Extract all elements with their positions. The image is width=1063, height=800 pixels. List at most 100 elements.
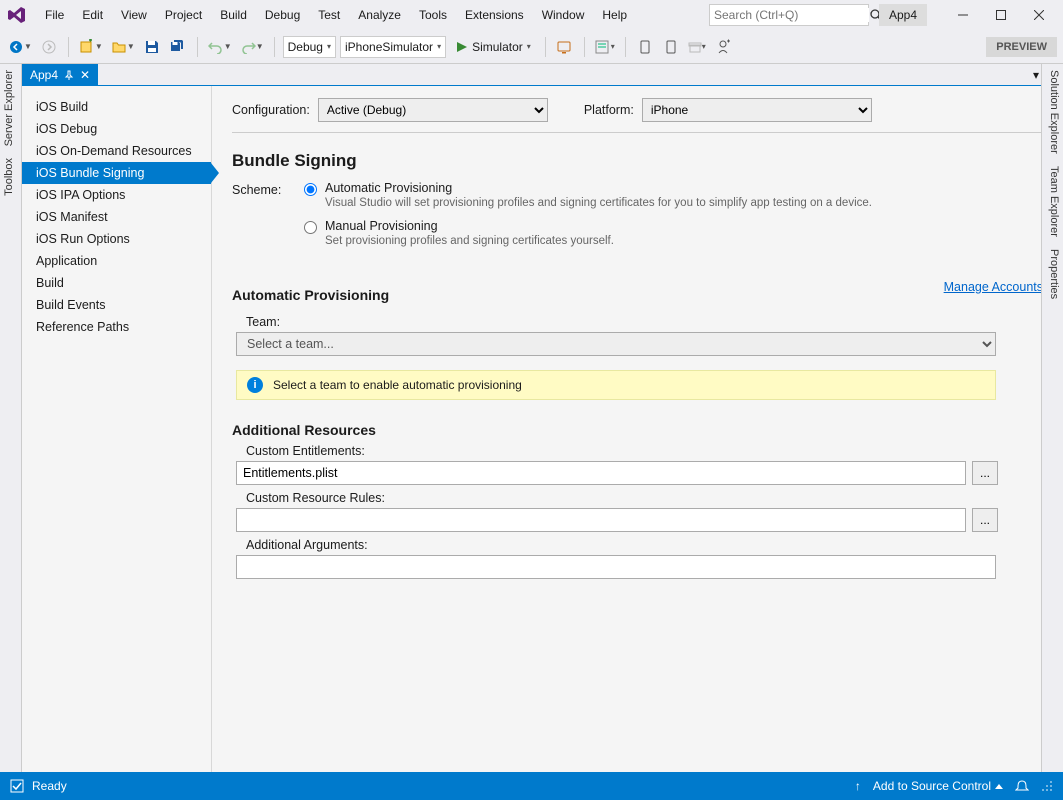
nav-ios-ipa[interactable]: iOS IPA Options xyxy=(22,184,211,206)
nav-ios-ondemand[interactable]: iOS On-Demand Resources xyxy=(22,140,211,162)
title-bar: File Edit View Project Build Debug Test … xyxy=(0,0,1063,30)
separator xyxy=(625,37,626,57)
status-bar: Ready ↑ Add to Source Control xyxy=(0,772,1063,800)
menu-window[interactable]: Window xyxy=(533,2,594,28)
resource-rules-input[interactable] xyxy=(236,508,966,532)
save-all-button[interactable] xyxy=(167,36,189,58)
info-banner: i Select a team to enable automatic prov… xyxy=(236,370,996,400)
scheme-manual-desc: Set provisioning profiles and signing ce… xyxy=(325,235,614,247)
menu-debug[interactable]: Debug xyxy=(256,2,309,28)
nav-ios-bundle-signing[interactable]: iOS Bundle Signing xyxy=(22,162,211,184)
resource-rules-browse-button[interactable]: ... xyxy=(972,508,998,532)
maximize-button[interactable] xyxy=(983,0,1019,30)
device-button-2[interactable] xyxy=(660,36,682,58)
start-debug-button[interactable]: Simulator▾ xyxy=(450,36,537,58)
additional-args-input[interactable] xyxy=(236,555,996,579)
properties-nav: iOS Build iOS Debug iOS On-Demand Resour… xyxy=(22,86,212,772)
check-icon xyxy=(10,779,24,793)
preview-badge[interactable]: PREVIEW xyxy=(986,37,1057,57)
open-file-button[interactable]: ▼ xyxy=(109,36,137,58)
scheme-manual-radio[interactable] xyxy=(304,221,317,234)
solution-explorer-tab[interactable]: Solution Explorer xyxy=(1042,64,1063,160)
redo-button[interactable]: ▼ xyxy=(238,36,266,58)
nav-back-button[interactable]: ▼ xyxy=(6,36,34,58)
nav-forward-button[interactable] xyxy=(38,36,60,58)
status-ready: Ready xyxy=(32,779,67,793)
device-log-button[interactable]: ▾ xyxy=(593,36,617,58)
separator xyxy=(68,37,69,57)
menu-build[interactable]: Build xyxy=(211,2,256,28)
menu-tools[interactable]: Tools xyxy=(410,2,456,28)
properties-content: Configuration: Active (Debug) Platform: … xyxy=(212,86,1063,772)
visual-studio-icon xyxy=(6,4,28,26)
nav-build[interactable]: Build xyxy=(22,272,211,294)
close-tab-icon[interactable]: ✕ xyxy=(80,68,90,82)
menu-file[interactable]: File xyxy=(36,2,73,28)
notifications-icon[interactable] xyxy=(1015,779,1029,793)
scheme-auto-radio[interactable] xyxy=(304,183,317,196)
additional-args-label: Additional Arguments: xyxy=(246,538,1043,552)
separator xyxy=(545,37,546,57)
undo-button[interactable]: ▼ xyxy=(206,36,234,58)
device-button-1[interactable] xyxy=(634,36,656,58)
nav-ios-manifest[interactable]: iOS Manifest xyxy=(22,206,211,228)
minimize-button[interactable] xyxy=(945,0,981,30)
resize-grip-icon xyxy=(1041,780,1053,792)
new-project-button[interactable]: ▼ xyxy=(77,36,105,58)
entitlements-input[interactable] xyxy=(236,461,966,485)
pin-icon[interactable] xyxy=(64,70,74,80)
platform-dropdown[interactable]: iPhone xyxy=(642,98,872,122)
quick-launch-search[interactable] xyxy=(709,4,869,26)
tab-label: App4 xyxy=(30,68,58,82)
menu-project[interactable]: Project xyxy=(156,2,211,28)
configuration-dropdown[interactable]: Active (Debug) xyxy=(318,98,548,122)
platform-label: Platform: xyxy=(584,103,634,117)
additional-resources-heading: Additional Resources xyxy=(232,422,1043,438)
properties-tab[interactable]: Properties xyxy=(1042,243,1063,305)
nav-ios-debug[interactable]: iOS Debug xyxy=(22,118,211,140)
publish-icon[interactable]: ↑ xyxy=(855,779,861,793)
doc-tab-app4[interactable]: App4 ✕ xyxy=(22,64,98,86)
separator xyxy=(197,37,198,57)
server-explorer-tab[interactable]: Server Explorer xyxy=(0,64,21,152)
scheme-auto-title: Automatic Provisioning xyxy=(325,181,872,195)
document-tab-row: App4 ✕ ▾ xyxy=(22,64,1063,86)
feedback-button[interactable] xyxy=(712,36,738,58)
solution-name-badge[interactable]: App4 xyxy=(879,4,927,26)
team-explorer-tab[interactable]: Team Explorer xyxy=(1042,160,1063,243)
save-button[interactable] xyxy=(141,36,163,58)
menu-extensions[interactable]: Extensions xyxy=(456,2,533,28)
archive-button[interactable]: ▾ xyxy=(686,36,708,58)
entitlements-label: Custom Entitlements: xyxy=(246,444,1043,458)
window-controls xyxy=(943,0,1057,30)
menu-edit[interactable]: Edit xyxy=(73,2,112,28)
scheme-manual-title: Manual Provisioning xyxy=(325,219,614,233)
solution-config-dropdown[interactable]: Debug▾ xyxy=(283,36,336,58)
standard-toolbar: ▼ ▼ ▼ ▼ ▼ Debug▾ iPhoneSimulator▾ Simula… xyxy=(0,30,1063,64)
menu-analyze[interactable]: Analyze xyxy=(349,2,410,28)
scheme-auto-desc: Visual Studio will set provisioning prof… xyxy=(325,197,872,209)
toolbox-tab[interactable]: Toolbox xyxy=(0,152,21,202)
info-icon: i xyxy=(247,377,263,393)
menu-test[interactable]: Test xyxy=(309,2,349,28)
entitlements-browse-button[interactable]: ... xyxy=(972,461,998,485)
separator xyxy=(274,37,275,57)
pair-mac-button[interactable] xyxy=(554,36,576,58)
nav-ios-build[interactable]: iOS Build xyxy=(22,96,211,118)
nav-build-events[interactable]: Build Events xyxy=(22,294,211,316)
nav-reference-paths[interactable]: Reference Paths xyxy=(22,316,211,338)
nav-application[interactable]: Application xyxy=(22,250,211,272)
nav-ios-run[interactable]: iOS Run Options xyxy=(22,228,211,250)
search-input[interactable] xyxy=(714,8,869,22)
manage-accounts-link[interactable]: Manage Accounts xyxy=(944,280,1043,294)
auto-provisioning-heading: Automatic Provisioning xyxy=(232,287,944,303)
close-button[interactable] xyxy=(1021,0,1057,30)
source-control-button[interactable]: Add to Source Control xyxy=(873,779,1003,793)
team-dropdown[interactable]: Select a team... xyxy=(236,332,996,356)
info-text: Select a team to enable automatic provis… xyxy=(273,378,522,392)
menu-help[interactable]: Help xyxy=(593,2,636,28)
team-label: Team: xyxy=(246,315,1043,329)
menu-view[interactable]: View xyxy=(112,2,156,28)
solution-platform-dropdown[interactable]: iPhoneSimulator▾ xyxy=(340,36,446,58)
resource-rules-label: Custom Resource Rules: xyxy=(246,491,1043,505)
